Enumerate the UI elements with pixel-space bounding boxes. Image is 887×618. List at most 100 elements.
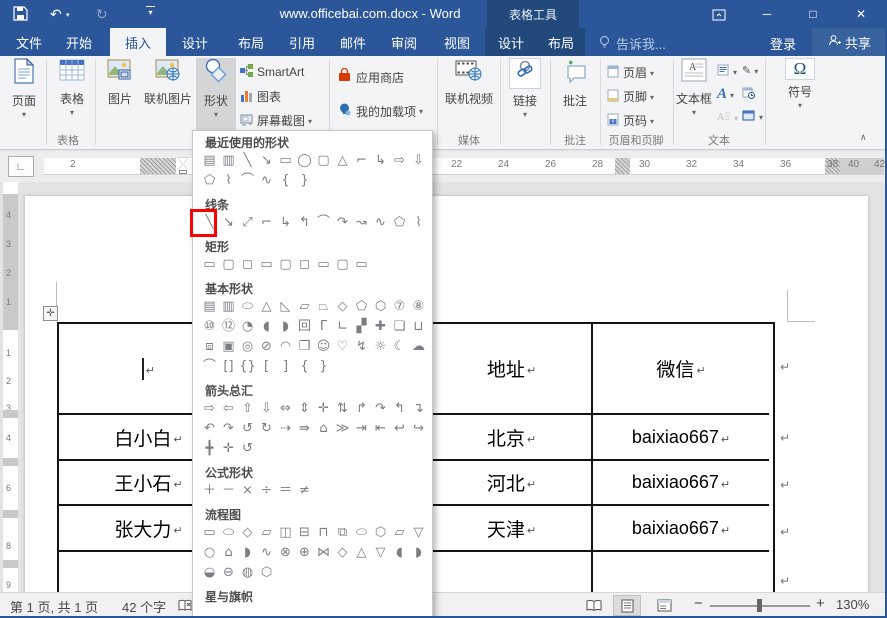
shape-item[interactable]: ▱ — [390, 523, 409, 543]
shape-item[interactable]: ↻ — [257, 419, 276, 439]
shape-item[interactable]: ⑩ — [200, 317, 219, 337]
shape-item[interactable]: ⊕ — [295, 543, 314, 563]
table-move-handle[interactable]: ✛ — [43, 306, 58, 321]
document-area[interactable]: ✛ ↵ ↵ 地址 ↵ 微信 ↵ 白小 — [0, 182, 887, 592]
shape-item[interactable]: ☁ — [409, 337, 428, 357]
shape-item[interactable]: ⇥ — [352, 419, 371, 439]
shape-item[interactable]: ◒ — [200, 563, 219, 583]
shape-item[interactable]: ∿ — [257, 543, 276, 563]
shape-item[interactable]: ◎ — [238, 337, 257, 357]
shape-item[interactable]: ⌐ — [257, 213, 276, 233]
minimize-button[interactable]: ─ — [754, 0, 780, 28]
table-cell-header-wechat[interactable]: 微信 ↵ — [593, 324, 769, 415]
zoom-slider-thumb[interactable] — [757, 599, 762, 612]
shape-item[interactable]: ↯ — [352, 337, 371, 357]
shape-item[interactable]: ▢ — [219, 255, 238, 275]
shape-item[interactable]: ⊓ — [314, 523, 333, 543]
shape-item[interactable]: ⌇ — [219, 171, 238, 191]
shape-item[interactable]: ⧈ — [200, 337, 219, 357]
shape-item[interactable]: ↪ — [409, 419, 428, 439]
zoom-out-button[interactable]: − — [694, 595, 703, 612]
shape-item[interactable]: ▭ — [352, 255, 371, 275]
symbol-button[interactable]: Ω 符号 ▾ — [776, 58, 824, 110]
shape-item[interactable]: ⬭ — [238, 297, 257, 317]
shape-item[interactable]: { — [276, 171, 295, 191]
shape-item[interactable]: ◖ — [257, 317, 276, 337]
shape-item[interactable]: ▱ — [257, 523, 276, 543]
shape-item[interactable]: ⬭ — [352, 523, 371, 543]
shape-item[interactable]: ▭ — [200, 523, 219, 543]
shape-item[interactable]: ⌂ — [219, 543, 238, 563]
tab-insert[interactable]: 插入 — [110, 28, 166, 56]
tab-selector[interactable]: ∟ — [8, 156, 34, 177]
shape-item[interactable]: ◔ — [238, 317, 257, 337]
shape-item[interactable]: ⌇ — [409, 213, 428, 233]
shape-item[interactable]: ↘ — [219, 213, 238, 233]
shape-item[interactable]: ❐ — [295, 337, 314, 357]
zoom-in-button[interactable]: + — [816, 595, 825, 612]
shape-item[interactable]: ⬠ — [352, 297, 371, 317]
shape-item[interactable]: ◻ — [238, 255, 257, 275]
shape-item[interactable]: ⊖ — [219, 563, 238, 583]
shape-item[interactable]: ◠ — [276, 337, 295, 357]
shape-item[interactable]: ⇨ — [200, 399, 219, 419]
table-cell[interactable]: 北京↵ — [432, 415, 593, 461]
shape-item[interactable]: ◗ — [276, 317, 295, 337]
footer-button[interactable]: 页脚 ▾ — [607, 88, 654, 105]
screenshot-button[interactable]: 屏幕截图 ▾ — [240, 112, 312, 129]
tab-table-design[interactable]: 设计 — [488, 28, 534, 56]
shape-item[interactable]: ⇩ — [409, 151, 428, 171]
shape-item[interactable]: ↝ — [352, 213, 371, 233]
shape-item[interactable]: ⊘ — [257, 337, 276, 357]
shape-item[interactable]: ◖ — [390, 543, 409, 563]
horizontal-ruler-left[interactable]: 2 — [44, 158, 192, 174]
shape-item[interactable]: ↴ — [409, 399, 428, 419]
shape-item[interactable]: △ — [333, 151, 352, 171]
shape-item[interactable]: ⑫ — [219, 317, 238, 337]
table-cell[interactable]: baixiao667↵ — [593, 506, 769, 552]
shape-item[interactable]: } — [295, 171, 314, 191]
shape-item[interactable]: ∿ — [257, 171, 276, 191]
shape-item[interactable]: ☾ — [390, 337, 409, 357]
shape-item[interactable]: ✛ — [219, 439, 238, 459]
shape-item[interactable]: ↰ — [390, 399, 409, 419]
shape-item[interactable]: [ — [257, 357, 276, 377]
shape-item[interactable]: ⬡ — [371, 523, 390, 543]
shape-item[interactable]: ▽ — [409, 523, 428, 543]
shape-item[interactable]: ⇢ — [276, 419, 295, 439]
share-button[interactable]: 共享 — [812, 28, 887, 56]
shape-item[interactable]: ⬭ — [219, 523, 238, 543]
signature-line-button[interactable]: ✎ ▾ — [742, 64, 758, 77]
pages-button[interactable]: 页面 ▾ — [2, 58, 46, 119]
shape-item[interactable]: { — [295, 357, 314, 377]
shape-item[interactable]: ⊟ — [295, 523, 314, 543]
web-layout-button[interactable] — [650, 595, 678, 616]
shape-item[interactable]: ↷ — [333, 213, 352, 233]
shape-item[interactable]: ◇ — [333, 297, 352, 317]
shape-item[interactable]: ⧉ — [333, 523, 352, 543]
shape-item[interactable]: ≫ — [333, 419, 352, 439]
shape-item[interactable]: － — [219, 481, 238, 501]
shape-item[interactable]: ▤ — [200, 297, 219, 317]
shape-item[interactable]: ▢ — [333, 255, 352, 275]
shape-item[interactable]: ▭ — [276, 151, 295, 171]
shape-item[interactable]: ⌒ — [238, 171, 257, 191]
chart-button[interactable]: 图表 — [240, 88, 281, 105]
shape-item[interactable]: ⌂ — [314, 419, 333, 439]
table-cell[interactable] — [432, 552, 593, 592]
shape-item[interactable]: × — [238, 481, 257, 501]
read-mode-button[interactable] — [580, 595, 608, 616]
shape-item[interactable]: ▣ — [219, 337, 238, 357]
sign-in-link[interactable]: 登录 — [770, 34, 796, 53]
online-video-button[interactable]: 联机视频 — [441, 58, 497, 107]
shape-item[interactable]: ⋈ — [314, 543, 333, 563]
shape-item[interactable]: ❏ — [390, 317, 409, 337]
proofing-icon[interactable] — [178, 599, 193, 615]
shape-item[interactable]: ⌒ — [314, 213, 333, 233]
shape-item[interactable]: ▤ — [200, 151, 219, 171]
shape-item[interactable]: ＋ — [200, 481, 219, 501]
shape-item[interactable]: ▢ — [314, 151, 333, 171]
shape-item[interactable]: ⬠ — [390, 213, 409, 233]
shape-item[interactable]: ✚ — [371, 317, 390, 337]
close-button[interactable]: ✕ — [848, 0, 874, 28]
